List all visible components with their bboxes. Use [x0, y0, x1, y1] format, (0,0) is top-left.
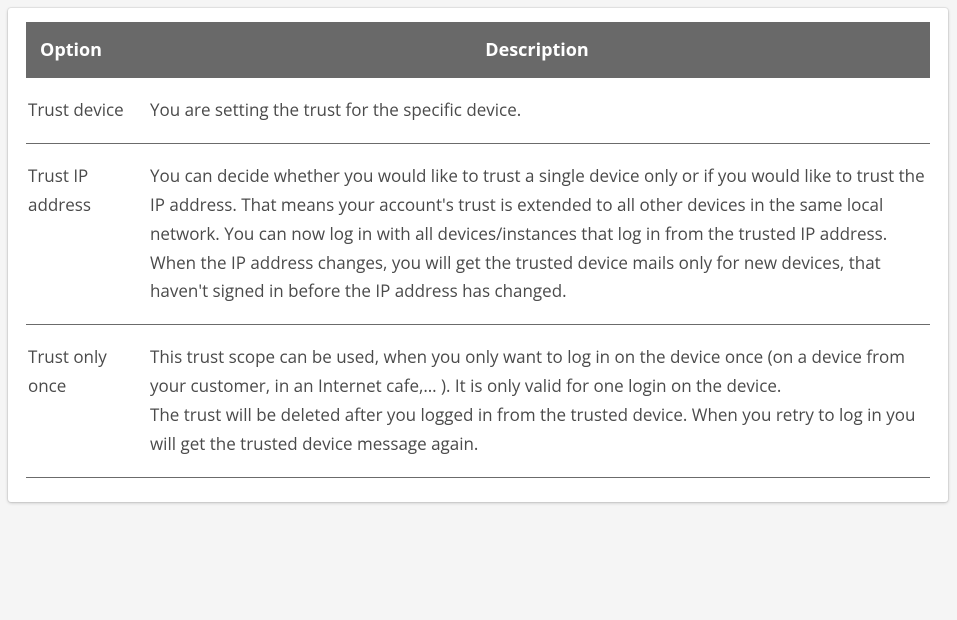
content-card: Option Description Trust device You are … — [8, 8, 948, 502]
option-cell: Trust only once — [26, 325, 144, 478]
table-row: Trust IP address You can decide whether … — [26, 143, 930, 324]
table-header-row: Option Description — [26, 22, 930, 78]
description-cell: You can decide whether you would like to… — [144, 143, 930, 324]
option-cell: Trust IP address — [26, 143, 144, 324]
description-cell: This trust scope can be used, when you o… — [144, 325, 930, 478]
header-description: Description — [144, 22, 930, 78]
header-option: Option — [26, 22, 144, 78]
table-row: Trust only once This trust scope can be … — [26, 325, 930, 478]
option-cell: Trust device — [26, 78, 144, 143]
table-row: Trust device You are setting the trust f… — [26, 78, 930, 143]
description-cell: You are setting the trust for the specif… — [144, 78, 930, 143]
options-table: Option Description Trust device You are … — [26, 22, 930, 478]
